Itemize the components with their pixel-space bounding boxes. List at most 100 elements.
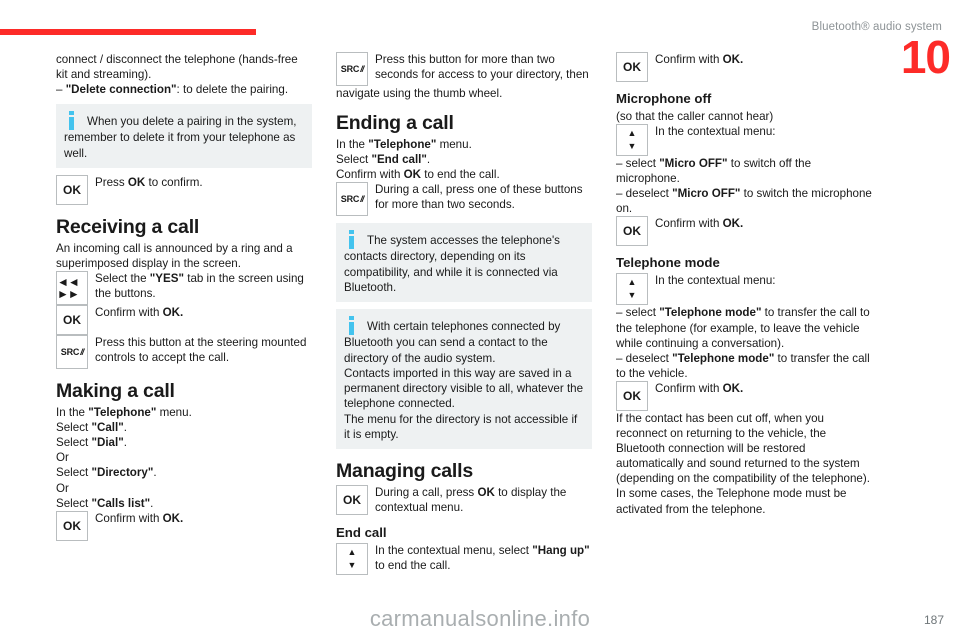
key-row-micro-contextual-text: In the contextual menu:: [655, 125, 776, 139]
down-arrow-icon: ▼: [627, 290, 637, 301]
ok-button-icon[interactable]: OK: [616, 380, 648, 411]
note-contacts-directory-text: The system accesses the telephone's cont…: [344, 234, 560, 294]
src-button-icon[interactable]: SRC//: [336, 52, 368, 86]
making-or-1: Or: [56, 451, 69, 465]
making-or-2: Or: [56, 481, 69, 495]
intro-paragraph: connect / disconnect the telephone (hand…: [56, 53, 298, 82]
list-dash: –: [56, 83, 63, 97]
key-row-confirm-ok: OK Press OK to confirm.: [56, 174, 312, 205]
micro-item-2: – deselect "Micro OFF" to switch the mic…: [616, 187, 872, 216]
ok-button-icon[interactable]: OK: [56, 174, 88, 205]
heading-ending-a-call: Ending a call: [336, 112, 454, 135]
confirm-post: to confirm.: [145, 175, 203, 189]
note-contacts-directory: The system accesses the telephone's cont…: [336, 223, 592, 303]
column-left: connect / disconnect the telephone (hand…: [56, 52, 312, 541]
info-icon: [349, 315, 358, 336]
key-row-src-directory: SRC// Press this button for more than tw…: [336, 52, 592, 86]
page-columns: connect / disconnect the telephone (hand…: [0, 52, 960, 592]
key-row-src-during-call: SRC// During a call, press one of these …: [336, 182, 592, 217]
heading-end-call: End call: [336, 524, 387, 540]
heading-microphone-off: Microphone off: [616, 91, 712, 106]
key-row-ok-contextual-text: During a call, press OK to display the c…: [375, 486, 567, 515]
up-down-buttons-icon[interactable]: ▲ ▼: [616, 124, 648, 157]
yes-bold: "YES": [149, 272, 184, 286]
key-row-tel-confirm: OK Confirm with OK.: [616, 380, 872, 411]
key-row-tel-contextual-text: In the contextual menu:: [655, 274, 776, 288]
key-row-confirm-ok-2-text: Confirm with OK.: [88, 305, 312, 320]
key-row-confirm-ok-top: OK Confirm with OK.: [616, 52, 872, 82]
src-glyph: //: [360, 63, 364, 74]
key-row-src-accept-call: SRC// Press this button at the steering …: [56, 335, 312, 370]
src-glyph: //: [360, 193, 364, 204]
key-row-tel-contextual: ▲ ▼ In the contextual menu:: [616, 273, 872, 306]
tel-item-2: – deselect "Telephone mode" to transfer …: [616, 351, 870, 380]
note-delete-pairing-text: When you delete a pairing in the system,…: [64, 115, 297, 160]
making-line-3: Select "Dial".: [56, 436, 127, 450]
ending-line-1: In the "Telephone" menu.: [336, 138, 472, 152]
key-row-hang-up-text: In the contextual menu, select "Hang up"…: [375, 543, 590, 572]
note-send-contact-p2: Contacts imported in this way are saved …: [344, 366, 584, 411]
note-send-contact-p1: With certain telephones connected by Blu…: [344, 320, 561, 365]
src-button-icon[interactable]: SRC//: [56, 335, 88, 370]
note-send-contact-p3: The menu for the directory is not access…: [344, 412, 578, 442]
ok-button-icon[interactable]: OK: [336, 485, 368, 516]
key-row-tel-confirm-text: Confirm with OK.: [655, 381, 744, 395]
key-row-src-during-call-text: During a call, press one of these button…: [375, 183, 583, 212]
delete-connection-term: "Delete connection": [65, 83, 177, 97]
ok-button-icon[interactable]: OK: [616, 216, 648, 247]
key-row-micro-confirm-text: Confirm with OK.: [655, 217, 744, 231]
ok-button-icon[interactable]: OK: [616, 52, 648, 82]
ending-line-3: Confirm with OK to end the call.: [336, 168, 500, 182]
ok-button-icon[interactable]: OK: [56, 305, 88, 336]
src-button-icon[interactable]: SRC//: [336, 182, 368, 217]
ok-bold: OK.: [162, 306, 184, 320]
key-row-hang-up: ▲ ▼ In the contextual menu, select "Hang…: [336, 542, 592, 575]
making-line-4: Select "Directory".: [56, 466, 157, 480]
key-row-confirm-ok-top-text: Confirm with OK.: [655, 53, 744, 66]
key-row-making-confirm-text: Confirm with OK.: [95, 511, 184, 525]
closing-paragraph-2: In some cases, the Telephone mode must b…: [616, 487, 847, 516]
key-row-making-confirm: OK Confirm with OK.: [56, 510, 312, 541]
src-label: SRC: [60, 346, 80, 357]
down-arrow-icon: ▼: [627, 141, 637, 152]
key-row-src-accept-call-text: Press this button at the steering mounte…: [95, 336, 307, 365]
key-row-select-yes-text: Select the "YES" tab in the screen using…: [88, 271, 312, 301]
micro-item-1: – select "Micro OFF" to switch off the m…: [616, 157, 812, 186]
making-line-2: Select "Call".: [56, 421, 127, 435]
src-glyph: //: [80, 346, 84, 357]
confirm-pre: Press: [95, 175, 128, 189]
yes-pre: Select the: [95, 272, 150, 286]
heading-making-a-call: Making a call: [56, 380, 175, 403]
note-delete-pairing: When you delete a pairing in the system,…: [56, 104, 312, 168]
src-directory-continuation: navigate using the thumb wheel.: [336, 87, 503, 100]
closing-paragraph-1: If the contact has been cut off, when yo…: [616, 411, 870, 486]
up-down-buttons-icon[interactable]: ▲ ▼: [336, 542, 368, 575]
column-right: OK Confirm with OK. Microphone off (so t…: [616, 52, 872, 517]
note-send-contact: With certain telephones connected by Blu…: [336, 309, 592, 450]
key-row-src-directory-text: Press this button for more than two seco…: [375, 53, 589, 82]
seek-buttons-icon[interactable]: ◄◄ ►►: [56, 271, 88, 306]
key-row-confirm-ok-text: Press OK to confirm.: [88, 175, 312, 190]
heading-receiving-a-call: Receiving a call: [56, 215, 200, 238]
delete-connection-item: – "Delete connection": to delete the pai…: [56, 82, 312, 97]
ok-button-icon[interactable]: OK: [56, 510, 88, 541]
site-watermark: carmanualsonline.info: [369, 606, 591, 631]
down-arrow-icon: ▼: [347, 559, 357, 570]
heading-telephone-mode: Telephone mode: [616, 255, 720, 271]
src-label: SRC: [340, 63, 360, 74]
up-down-buttons-icon[interactable]: ▲ ▼: [616, 273, 648, 306]
key-row-confirm-ok-2: OK Confirm with OK.: [56, 305, 312, 336]
key-row-micro-confirm: OK Confirm with OK.: [616, 216, 872, 247]
receiving-intro: An incoming call is announced by a ring …: [56, 241, 293, 270]
key-row-micro-contextual: ▲ ▼ In the contextual menu:: [616, 124, 872, 157]
ok-pre: Confirm with: [95, 306, 163, 320]
up-arrow-icon: ▲: [627, 128, 637, 139]
key-row-select-yes: ◄◄ ►► Select the "YES" tab in the screen…: [56, 271, 312, 306]
src-label: SRC: [340, 193, 360, 204]
key-row-ok-contextual: OK During a call, press OK to display th…: [336, 485, 592, 516]
up-arrow-icon: ▲: [627, 277, 637, 288]
confirm-bold: OK: [127, 175, 146, 189]
delete-connection-desc: : to delete the pairing.: [176, 83, 289, 97]
heading-managing-calls: Managing calls: [336, 460, 473, 483]
column-middle: SRC// Press this button for more than tw…: [336, 52, 592, 575]
